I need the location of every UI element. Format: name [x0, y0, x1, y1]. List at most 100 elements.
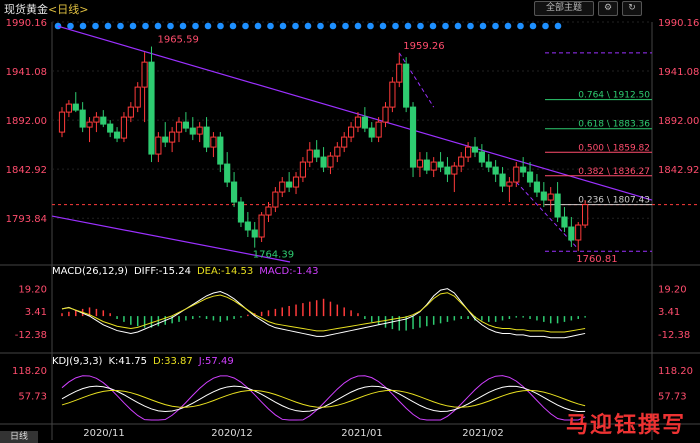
- candle-body: [409, 106, 417, 168]
- kdj-tick-label-right: 57.73: [658, 392, 687, 403]
- candle-body: [162, 136, 169, 143]
- candle-body: [93, 116, 100, 123]
- candle-body: [175, 121, 183, 133]
- candle-body: [230, 181, 238, 203]
- candle-body: [403, 63, 410, 108]
- timeline-dot: [192, 22, 199, 30]
- candle-body: [327, 155, 334, 168]
- timeline-dot: [142, 22, 149, 30]
- candle-body: [430, 161, 437, 171]
- candle-body: [169, 131, 176, 143]
- candle-body: [306, 149, 313, 163]
- candle-body: [375, 121, 382, 138]
- candle-body: [506, 181, 513, 187]
- candle-body: [244, 221, 251, 231]
- candle-body: [526, 171, 534, 183]
- y-tick-label: 1892.00: [6, 116, 47, 127]
- candle-body: [575, 224, 582, 241]
- candle-body: [582, 204, 589, 226]
- timeline-dot: [517, 22, 524, 30]
- timeline-dot: [479, 22, 487, 30]
- timeline-dot: [379, 22, 387, 30]
- low-label: 1764.39: [253, 250, 294, 261]
- candle-body: [416, 159, 424, 168]
- candle-body: [120, 116, 128, 139]
- kdj-j-line: [61, 375, 586, 421]
- candle-body: [320, 156, 327, 168]
- timeline-dot: [279, 22, 287, 30]
- candle-body: [134, 86, 141, 108]
- candle-body: [196, 126, 203, 135]
- candle-body: [444, 166, 451, 175]
- candle-body: [451, 165, 458, 175]
- timeline-dot: [504, 22, 512, 30]
- timeline-dot: [342, 22, 349, 30]
- timeline-dot: [92, 22, 99, 30]
- candle-body: [217, 136, 224, 165]
- fib-level-label: 0.618 \ 1883.36: [578, 120, 650, 130]
- candle-body: [203, 126, 210, 148]
- y-tick-label-right: 1990.16: [658, 18, 699, 29]
- y-tick-label: 1990.16: [6, 18, 47, 29]
- timeline-dot: [367, 22, 374, 30]
- timeline-dot: [229, 22, 237, 30]
- candle-body: [72, 103, 79, 111]
- high-label: 1965.59: [157, 35, 198, 46]
- timeline-dot: [454, 22, 462, 30]
- y-tick-label: 1793.84: [6, 214, 47, 225]
- fib-level-label: 0.500 \ 1859.82: [578, 143, 650, 153]
- timeline-dot: [67, 22, 74, 30]
- candle-body: [237, 201, 245, 223]
- macd-indicator-legend: MACD(26,12,9) DIFF:-15.24 DEA:-14.53 MACD:-…: [52, 266, 319, 277]
- timeline-dot: [467, 22, 474, 30]
- candle-body: [458, 156, 465, 167]
- timeline-dot: [154, 22, 162, 30]
- candle-body: [437, 161, 444, 168]
- candle-body: [478, 151, 485, 163]
- candle-body: [141, 61, 148, 88]
- kdj-tick-label-right: 118.20: [658, 366, 693, 377]
- timeline-dot: [179, 22, 187, 30]
- timeline-dot: [79, 22, 87, 30]
- candle-body: [286, 181, 293, 188]
- candlestick-chart[interactable]: 1990.16 1990.16 1941.08 1941.08 1892.00 1892.…: [0, 0, 700, 443]
- y-tick-label-right: 1892.00: [658, 116, 699, 127]
- period-badge[interactable]: 日线: [0, 431, 38, 443]
- candle-body: [499, 173, 506, 187]
- candle-body: [471, 146, 479, 153]
- x-tick-label: 2021/02: [462, 428, 504, 439]
- high-label: 1959.26: [403, 41, 444, 52]
- watermark-text: 马迎钰撰写: [565, 413, 686, 438]
- y-tick-label-right: 1842.92: [658, 165, 699, 176]
- timeline-dot: [292, 22, 299, 30]
- candle-body: [382, 106, 389, 123]
- timeline-dot: [217, 22, 224, 30]
- x-tick-label: 2020/11: [83, 428, 125, 439]
- x-tick-label: 2020/12: [211, 428, 253, 439]
- timeline-dot: [104, 22, 112, 30]
- x-tick-label: 2021/01: [341, 428, 383, 439]
- y-tick-label: 1842.92: [6, 165, 47, 176]
- macd-tick-label: 19.20: [18, 284, 47, 295]
- candle-body: [224, 163, 231, 183]
- candle-body: [361, 116, 368, 129]
- candle-body: [79, 109, 86, 128]
- timeline-dot: [442, 22, 449, 30]
- candle-body: [423, 159, 430, 171]
- candle-body: [299, 161, 307, 178]
- y-tick-label: 1941.08: [6, 67, 47, 78]
- candle-body: [389, 81, 396, 108]
- candle-body: [334, 146, 341, 157]
- candle-body: [107, 123, 114, 133]
- candle-body: [58, 111, 66, 133]
- candle-body: [251, 229, 258, 238]
- kdj-d-line: [61, 389, 586, 408]
- candle-body: [148, 61, 155, 155]
- candle-body: [189, 127, 196, 135]
- fib-level-label: 0.236 \ 1807.43: [578, 196, 650, 206]
- candle-body: [396, 63, 403, 83]
- timeline-dot: [54, 22, 62, 30]
- candle-body: [86, 121, 93, 128]
- candle-body: [547, 193, 554, 201]
- candle-body: [127, 106, 134, 118]
